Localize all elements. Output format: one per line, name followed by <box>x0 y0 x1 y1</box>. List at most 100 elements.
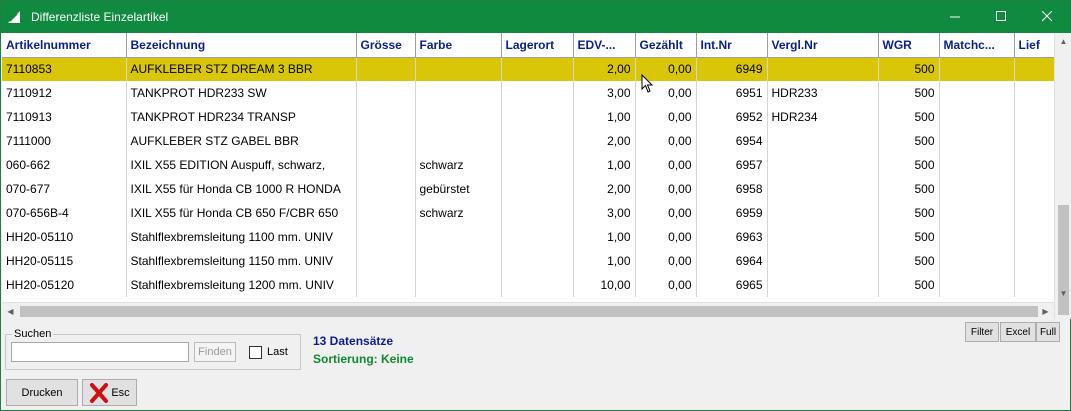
table-cell[interactable] <box>501 81 574 105</box>
table-cell[interactable]: 500 <box>878 225 940 249</box>
table-cell[interactable]: 6957 <box>696 153 768 177</box>
table-cell[interactable]: IXIL X55 für Honda CB 1000 R HONDA <box>126 177 357 201</box>
table-row[interactable]: 7110913 TANKPROT HDR234 TRANSP 1,00 0,00 695… <box>2 105 1054 129</box>
table-cell[interactable]: 0,00 <box>635 225 697 249</box>
table-cell[interactable] <box>501 153 574 177</box>
table-cell[interactable]: 500 <box>878 153 940 177</box>
table-cell[interactable]: HDR234 <box>767 105 879 129</box>
table-cell[interactable]: 6958 <box>696 177 768 201</box>
table-cell[interactable] <box>939 129 1015 153</box>
table-cell[interactable] <box>501 273 574 297</box>
full-button[interactable]: Full <box>1036 322 1060 342</box>
table-cell[interactable]: 3,00 <box>573 201 636 225</box>
table-cell[interactable] <box>767 129 879 153</box>
table-cell[interactable] <box>501 129 574 153</box>
table-cell[interactable]: 0,00 <box>635 153 697 177</box>
table-cell[interactable] <box>356 153 416 177</box>
title-bar[interactable]: Differenzliste Einzelartikel <box>1 1 1070 33</box>
table-cell[interactable] <box>767 273 879 297</box>
table-cell[interactable]: 6951 <box>696 81 768 105</box>
table-cell[interactable] <box>501 177 574 201</box>
table-cell[interactable] <box>939 177 1015 201</box>
table-row[interactable]: 070-677 IXIL X55 für Honda CB 1000 R HOND… <box>2 177 1054 201</box>
table-cell[interactable] <box>356 57 416 81</box>
table-row[interactable]: HH20-05110 Stahlflexbremsleitung 1100 mm.… <box>2 225 1054 249</box>
table-cell[interactable] <box>767 225 879 249</box>
table-cell[interactable]: IXIL X55 EDITION Auspuff, schwarz, <box>126 153 357 177</box>
table-cell[interactable]: 1 <box>1014 105 1054 129</box>
column-header[interactable]: Lief <box>1014 33 1054 58</box>
column-header[interactable]: WGR <box>878 33 940 58</box>
table-cell[interactable]: 500 <box>878 57 940 81</box>
minimize-button[interactable] <box>932 1 978 32</box>
table-cell[interactable]: HDR233 <box>767 81 879 105</box>
table-row[interactable]: 060-662 IXIL X55 EDITION Auspuff, schwarz… <box>2 153 1054 177</box>
table-cell[interactable] <box>415 81 502 105</box>
table-cell[interactable]: 6952 <box>696 105 768 129</box>
table-cell[interactable] <box>356 81 416 105</box>
table-cell[interactable]: 1 <box>1014 57 1054 81</box>
table-cell[interactable]: 0,00 <box>635 177 697 201</box>
table-cell[interactable]: 0,00 <box>635 105 697 129</box>
search-input[interactable] <box>11 342 189 362</box>
table-cell[interactable]: 10,00 <box>573 273 636 297</box>
table-cell[interactable]: 500 <box>878 249 940 273</box>
table-cell[interactable] <box>767 153 879 177</box>
table-cell[interactable]: 500 <box>878 129 940 153</box>
table-cell[interactable] <box>501 249 574 273</box>
table-cell[interactable] <box>356 177 416 201</box>
table-cell[interactable]: 6964 <box>696 249 768 273</box>
scroll-left-icon[interactable]: ◀ <box>2 303 19 320</box>
table-cell[interactable]: HH20-05120 <box>2 273 127 297</box>
table-cell[interactable]: 2 <box>1014 273 1054 297</box>
table-cell[interactable]: schwarz <box>415 201 502 225</box>
column-header[interactable]: Vergl.Nr <box>767 33 879 58</box>
table-cell[interactable] <box>939 273 1015 297</box>
table-cell[interactable]: 500 <box>878 201 940 225</box>
table-row[interactable]: 7111000 AUFKLEBER STZ GABEL BBR 2,00 0,00 69… <box>2 129 1054 153</box>
table-cell[interactable] <box>415 225 502 249</box>
column-header[interactable]: Lagerort <box>501 33 574 58</box>
table-cell[interactable] <box>356 249 416 273</box>
table-cell[interactable]: 7110912 <box>2 81 127 105</box>
table-cell[interactable]: 7110913 <box>2 105 127 129</box>
table-cell[interactable] <box>415 273 502 297</box>
table-cell[interactable] <box>501 201 574 225</box>
table-row[interactable]: 7110853 AUFKLEBER STZ DREAM 3 BBR 2,00 0,00… <box>2 57 1054 81</box>
table-cell[interactable]: 1,00 <box>573 249 636 273</box>
table-cell[interactable]: Stahlflexbremsleitung 1100 mm. UNIV <box>126 225 357 249</box>
table-cell[interactable]: TANKPROT HDR234 TRANSP <box>126 105 357 129</box>
table-cell[interactable]: 3 <box>1014 129 1054 153</box>
table-cell[interactable]: Stahlflexbremsleitung 1150 mm. UNIV <box>126 249 357 273</box>
table-cell[interactable]: 070-677 <box>2 177 127 201</box>
table-cell[interactable] <box>939 81 1015 105</box>
table-cell[interactable]: 500 <box>878 273 940 297</box>
table-cell[interactable]: 6959 <box>696 201 768 225</box>
table-cell[interactable]: AUFKLEBER STZ DREAM 3 BBR <box>126 57 357 81</box>
table-cell[interactable]: 2,00 <box>573 177 636 201</box>
table-cell[interactable]: 6963 <box>696 225 768 249</box>
table-cell[interactable] <box>356 273 416 297</box>
table-cell[interactable]: schwarz <box>415 153 502 177</box>
table-cell[interactable]: 1,00 <box>573 153 636 177</box>
table-cell[interactable]: 2 <box>1014 249 1054 273</box>
table-cell[interactable] <box>939 225 1015 249</box>
table-cell[interactable]: Stahlflexbremsleitung 1200 mm. UNIV <box>126 273 357 297</box>
table-cell[interactable] <box>501 105 574 129</box>
table-cell[interactable]: HH20-05110 <box>2 225 127 249</box>
excel-button[interactable]: Excel <box>1000 322 1036 342</box>
table-cell[interactable]: 7111000 <box>2 129 127 153</box>
table-cell[interactable] <box>415 249 502 273</box>
table-cell[interactable] <box>356 225 416 249</box>
table-cell[interactable]: 0,00 <box>635 273 697 297</box>
table-cell[interactable]: 6965 <box>696 273 768 297</box>
vertical-scrollbar[interactable]: ▲ ▼ <box>1054 33 1071 319</box>
table-cell[interactable]: HH20-05115 <box>2 249 127 273</box>
table-cell[interactable] <box>767 249 879 273</box>
table-cell[interactable] <box>767 201 879 225</box>
table-cell[interactable] <box>939 105 1015 129</box>
column-header[interactable]: Artikelnummer <box>2 33 127 58</box>
table-cell[interactable] <box>415 105 502 129</box>
table-cell[interactable]: 2 <box>1014 225 1054 249</box>
last-checkbox[interactable] <box>249 346 262 359</box>
